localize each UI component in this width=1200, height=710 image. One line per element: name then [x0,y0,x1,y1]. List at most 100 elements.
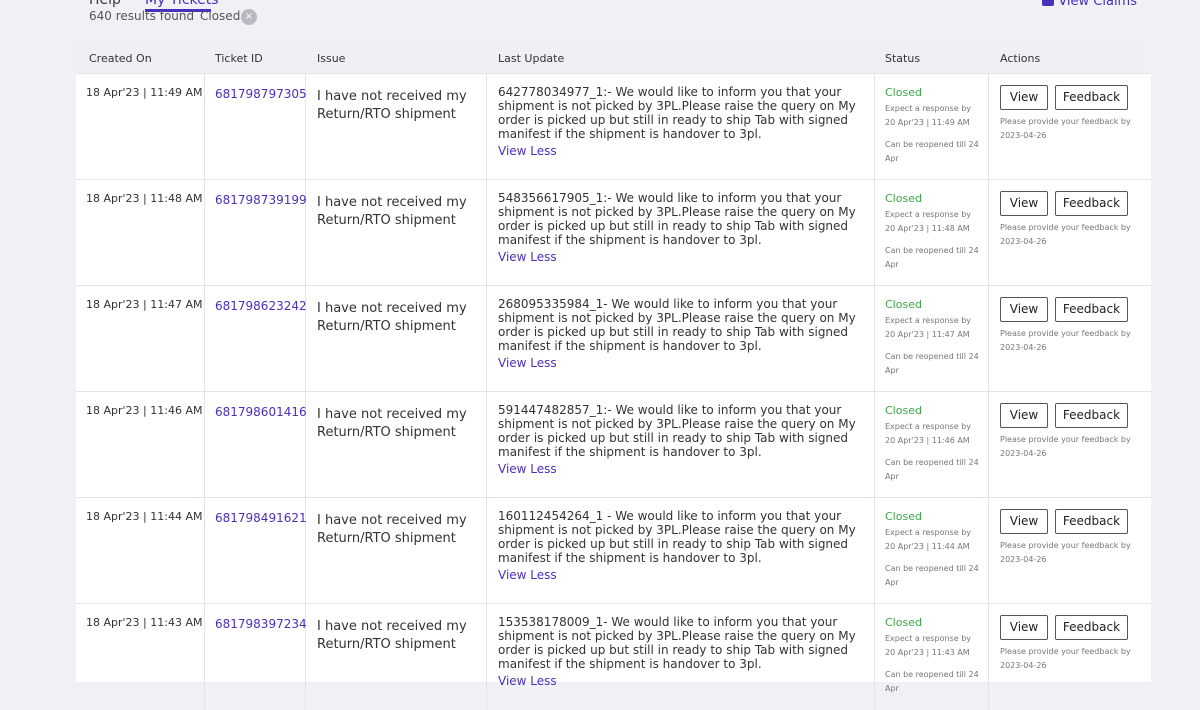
column-divider [988,286,989,392]
status-badge: Closed [885,298,922,311]
update-text: 153538178009_1- We would like to inform … [498,615,856,671]
view-less-link[interactable]: View Less [498,674,870,688]
expect-date: 20 Apr'23 | 11:46 AM [885,436,970,445]
status-cell: Closed Expect a response by 20 Apr'23 | … [885,510,981,590]
status-badge: Closed [885,404,922,417]
issue-text: I have not received my Return/RTO shipme… [317,195,467,228]
status-badge: Closed [885,616,922,629]
column-divider [204,604,205,710]
column-divider [204,498,205,604]
filter-chip-label: Closed [200,9,241,23]
last-update: 548356617905_1:- We would like to inform… [498,191,870,264]
issue-text: I have not received my Return/RTO shipme… [317,89,467,122]
table-row: 18 Apr'23 | 11:48 AM 681798739199 I have… [76,179,1151,286]
column-divider [988,180,989,286]
view-less-link[interactable]: View Less [498,250,870,264]
expect-label: Expect a response by [885,422,972,431]
column-divider [874,286,875,392]
status-cell: Closed Expect a response by 20 Apr'23 | … [885,86,981,166]
header-actions: Actions [1000,52,1041,65]
feedback-button[interactable]: Feedback [1055,509,1128,534]
column-divider [988,74,989,180]
expect-date: 20 Apr'23 | 11:44 AM [885,542,970,551]
created-on: 18 Apr'23 | 11:43 AM [86,616,203,629]
header-ticket-id: Ticket ID [215,52,263,65]
created-on: 18 Apr'23 | 11:46 AM [86,404,203,417]
column-divider [486,74,487,180]
feedback-note: Please provide your feedback by 2023-04-… [1000,117,1131,140]
column-divider [486,286,487,392]
view-button[interactable]: View [1000,509,1048,534]
column-divider [874,180,875,286]
column-divider [988,498,989,604]
ticket-id-link[interactable]: 681798397234 [215,617,307,631]
header-last-update: Last Update [498,52,565,65]
view-claims-link[interactable]: View Claims [1058,0,1137,9]
view-less-link[interactable]: View Less [498,356,870,370]
view-less-link[interactable]: View Less [498,568,870,582]
status-badge: Closed [885,192,922,205]
expect-date: 20 Apr'23 | 11:48 AM [885,224,970,233]
update-text: 160112454264_1 - We would like to inform… [498,509,856,565]
reopen-note: Can be reopened till 24 Apr [885,458,979,481]
ticket-id-link[interactable]: 681798601416 [215,405,307,419]
column-divider [486,498,487,604]
column-divider [486,604,487,710]
ticket-id-link[interactable]: 681798623242 [215,299,307,313]
update-text: 591447482857_1:- We would like to inform… [498,403,856,459]
table-row: 18 Apr'23 | 11:43 AM 681798397234 I have… [76,603,1151,710]
feedback-note: Please provide your feedback by 2023-04-… [1000,435,1131,458]
status-badge: Closed [885,510,922,523]
tickets-table: Created On Ticket ID Issue Last Update S… [76,42,1151,710]
header-status: Status [885,52,921,65]
created-on: 18 Apr'23 | 11:49 AM [86,86,203,99]
feedback-note: Please provide your feedback by 2023-04-… [1000,541,1131,564]
column-divider [204,74,205,180]
last-update: 153538178009_1- We would like to inform … [498,615,870,688]
feedback-button[interactable]: Feedback [1055,403,1128,428]
ticket-id-link[interactable]: 681798491621 [215,511,307,525]
reopen-note: Can be reopened till 24 Apr [885,670,979,693]
feedback-button[interactable]: Feedback [1055,85,1128,110]
issue-text: I have not received my Return/RTO shipme… [317,407,467,440]
feedback-button[interactable]: Feedback [1055,615,1128,640]
clear-filter-icon[interactable]: × [241,9,257,25]
reopen-note: Can be reopened till 24 Apr [885,564,979,587]
update-text: 642778034977_1:- We would like to inform… [498,85,856,141]
column-divider [204,392,205,498]
view-less-link[interactable]: View Less [498,144,870,158]
issue-text: I have not received my Return/RTO shipme… [317,513,467,546]
view-less-link[interactable]: View Less [498,462,870,476]
status-badge: Closed [885,86,922,99]
view-button[interactable]: View [1000,191,1048,216]
table-row: 18 Apr'23 | 11:49 AM 681798797305 I have… [76,73,1151,180]
update-text: 548356617905_1:- We would like to inform… [498,191,856,247]
feedback-button[interactable]: Feedback [1055,297,1128,322]
column-divider [204,286,205,392]
column-divider [874,392,875,498]
column-divider [204,180,205,286]
last-update: 268095335984_1- We would like to inform … [498,297,870,370]
ticket-id-link[interactable]: 681798797305 [215,87,307,101]
ticket-id-link[interactable]: 681798739199 [215,193,307,207]
feedback-button[interactable]: Feedback [1055,191,1128,216]
header-issue: Issue [317,52,346,65]
created-on: 18 Apr'23 | 11:48 AM [86,192,203,205]
view-button[interactable]: View [1000,85,1048,110]
tab-help[interactable]: Help [89,0,121,8]
status-cell: Closed Expect a response by 20 Apr'23 | … [885,192,981,272]
column-divider [874,498,875,604]
last-update: 591447482857_1:- We would like to inform… [498,403,870,476]
table-row: 18 Apr'23 | 11:46 AM 681798601416 I have… [76,391,1151,498]
results-count: 640 results found [89,9,195,23]
view-button[interactable]: View [1000,403,1048,428]
last-update: 642778034977_1:- We would like to inform… [498,85,870,158]
tab-my-tickets[interactable]: My Tickets [145,0,219,8]
expect-label: Expect a response by [885,210,972,219]
last-update: 160112454264_1 - We would like to inform… [498,509,870,582]
view-button[interactable]: View [1000,615,1048,640]
column-divider [486,180,487,286]
expect-label: Expect a response by [885,528,972,537]
view-button[interactable]: View [1000,297,1048,322]
claims-icon[interactable] [1042,0,1054,6]
